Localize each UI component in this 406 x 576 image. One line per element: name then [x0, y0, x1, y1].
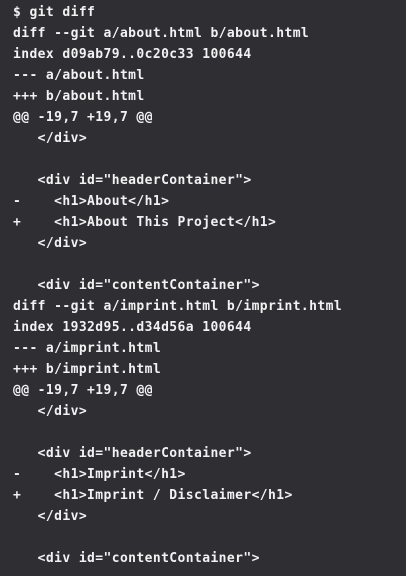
diff-context-line: <div id="contentContainer">: [13, 551, 260, 566]
diff-hunk-header-line: @@ -19,7 +19,7 @@: [13, 110, 153, 125]
diff-removed-line: - <h1>About</h1>: [13, 194, 170, 209]
diff-hunk-header-line: @@ -19,7 +19,7 @@: [13, 383, 153, 398]
diff-added-line: + <h1>Imprint / Disclaimer</h1>: [13, 488, 293, 503]
diff-context-line: <div id="headerContainer">: [13, 446, 252, 461]
diff-blank-line: [13, 422, 406, 443]
diff-added-line: + <h1>About This Project</h1>: [13, 215, 277, 230]
diff-context-line: </div>: [13, 509, 88, 524]
command-prompt-line: $ git diff: [13, 5, 96, 20]
diff-blank-line: [13, 527, 406, 548]
diff-context-line: </div>: [13, 236, 88, 251]
diff-blank-line: [13, 254, 406, 275]
diff-index-line: index 1932d95..d34d56a 100644: [13, 320, 252, 335]
diff-context-line: <div id="headerContainer">: [13, 173, 252, 188]
diff-blank-line: [13, 149, 406, 170]
diff-header-line: diff --git a/imprint.html b/imprint.html: [13, 299, 343, 314]
diff-header-line: diff --git a/about.html b/about.html: [13, 26, 310, 41]
diff-removed-line: - <h1>Imprint</h1>: [13, 467, 186, 482]
diff-index-line: index d09ab79..0c20c33 100644: [13, 47, 252, 62]
diff-context-line: <div id="contentContainer">: [13, 278, 260, 293]
diff-old-file-line: --- a/about.html: [13, 68, 145, 83]
diff-new-file-line: +++ b/imprint.html: [13, 362, 162, 377]
diff-new-file-line: +++ b/about.html: [13, 89, 145, 104]
diff-context-line: </div>: [13, 404, 88, 419]
diff-context-line: </div>: [13, 131, 88, 146]
terminal-window[interactable]: $ git diff diff --git a/about.html b/abo…: [0, 0, 406, 576]
diff-old-file-line: --- a/imprint.html: [13, 341, 162, 356]
